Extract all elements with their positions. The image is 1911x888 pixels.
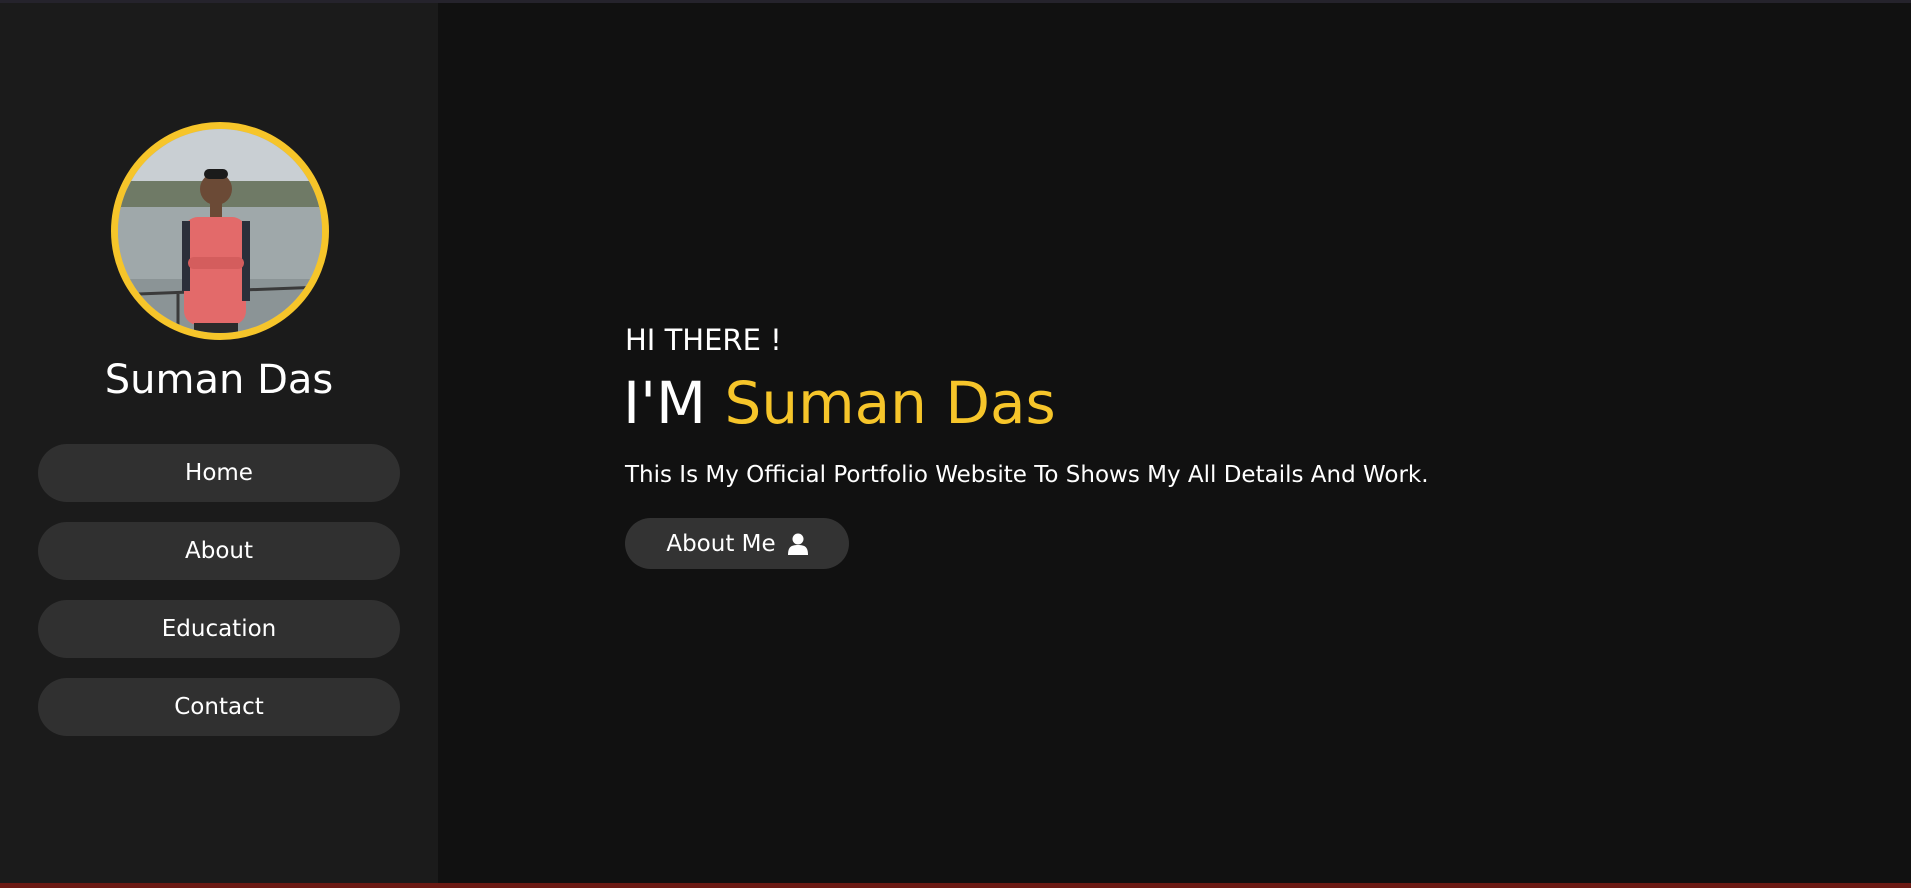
avatar <box>111 122 329 340</box>
hero-title: I'M Suman Das <box>623 368 1056 438</box>
about-me-button[interactable]: About Me <box>625 518 849 569</box>
bottom-border <box>0 883 1911 888</box>
about-me-label: About Me <box>666 530 776 557</box>
sidebar: Suman Das Home About Education Contact <box>0 3 438 883</box>
hero-description: This Is My Official Portfolio Website To… <box>625 462 1429 488</box>
profile-photo <box>118 129 322 333</box>
nav-home-button[interactable]: Home <box>38 444 400 502</box>
user-icon <box>787 533 808 555</box>
nav-education-button[interactable]: Education <box>38 600 400 658</box>
hero-title-prefix: I'M <box>623 369 725 437</box>
hero-title-name: Suman Das <box>724 369 1056 437</box>
hero-greeting: HI THERE ! <box>625 323 782 357</box>
nav-about-button[interactable]: About <box>38 522 400 580</box>
nav-contact-button[interactable]: Contact <box>38 678 400 736</box>
sidebar-name: Suman Das <box>104 357 334 403</box>
